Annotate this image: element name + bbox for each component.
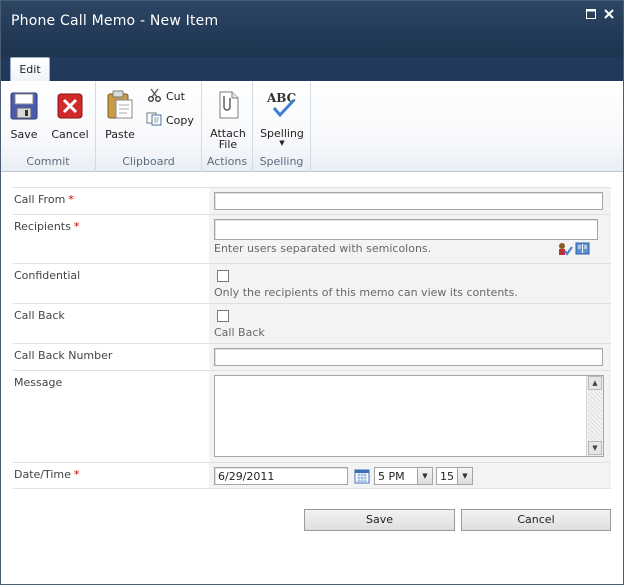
cut-label: Cut [166,90,185,103]
new-item-form: Call From * Recipients * Enter users separ… [13,187,611,489]
dialog-window: Phone Call Memo - New Item Edit Save Can… [0,0,624,585]
save-icon [7,92,41,123]
spelling-button[interactable]: ABC Spelling ▼ [257,88,307,147]
title-bar: Phone Call Memo - New Item [1,1,623,57]
call-back-number-input[interactable] [214,348,603,366]
scissors-icon [148,88,162,105]
save-ribbon-label: Save [10,128,38,141]
cancel-ribbon-label: Cancel [51,128,89,141]
message-label: Message [13,371,209,462]
row-call-from: Call From * [13,187,611,214]
ribbon-group-actions: Attach File Actions [202,81,253,172]
row-message: Message ▲ ▼ [13,370,611,462]
required-marker: * [73,468,80,481]
group-label-spelling: Spelling [259,155,304,168]
call-back-number-label: Call Back Number [13,344,209,370]
confidential-label: Confidential [13,264,209,303]
ribbon-group-commit: Save Cancel Commit [1,81,96,172]
cut-button[interactable]: Cut [148,88,185,105]
tab-edit[interactable]: Edit [10,57,50,81]
save-ribbon-button[interactable]: Save [7,92,41,141]
cancel-button[interactable]: Cancel [461,509,611,531]
call-back-label: Call Back [13,304,209,343]
cancel-ribbon-button[interactable]: Cancel [51,92,89,141]
close-icon[interactable] [603,9,615,21]
scroll-down-icon[interactable]: ▼ [588,441,602,455]
required-marker: * [68,193,74,206]
cancel-icon [51,92,89,123]
paste-label: Paste [105,128,135,141]
scroll-up-icon[interactable]: ▲ [588,376,602,390]
ribbon-group-spelling: ABC Spelling ▼ Spelling [253,81,311,172]
maximize-icon[interactable] [585,9,597,21]
copy-icon [146,112,162,129]
chevron-down-icon: ▼ [279,139,285,147]
paste-icon [102,90,138,123]
dialog-title: Phone Call Memo - New Item [11,13,219,29]
attach-file-button[interactable]: Attach File [206,90,250,150]
hour-dropdown-icon: ▼ [417,468,432,484]
copy-label: Copy [166,114,194,127]
paste-button[interactable]: Paste [102,90,138,141]
attach-file-label-line2: File [218,138,238,151]
spell-check-icon: ABC [257,88,307,123]
date-time-label: Date/Time * [13,463,209,488]
group-label-commit: Commit [26,155,70,168]
required-marker: * [73,220,80,233]
copy-button[interactable]: Copy [146,112,194,129]
save-button[interactable]: Save [304,509,455,531]
call-back-checkbox[interactable] [217,310,229,322]
recipients-label: Recipients * [13,215,209,263]
minute-select[interactable]: 15 ▼ [436,467,473,485]
row-date-time: Date/Time * 6/29/2011 5 PM ▼ 15 ▼ [13,462,611,489]
minute-value: 15 [440,470,454,483]
message-textarea[interactable]: ▲ ▼ [214,375,604,457]
hour-value: 5 PM [378,470,405,483]
confidential-checkbox[interactable] [217,270,229,282]
hour-select[interactable]: 5 PM ▼ [374,467,433,485]
confidential-hint: Only the recipients of this memo can vie… [214,286,518,299]
row-confidential: Confidential Only the recipients of this… [13,263,611,303]
minute-dropdown-icon: ▼ [457,468,472,484]
group-label-actions: Actions [206,155,248,168]
address-book-icon[interactable] [575,242,590,258]
row-call-back: Call Back Call Back [13,303,611,343]
date-input[interactable]: 6/29/2011 [214,467,348,485]
recipients-input[interactable] [214,219,598,240]
ribbon: Save Cancel Commit Paste Cut Copy Clipbo… [1,81,623,172]
check-names-icon[interactable] [557,242,573,259]
ribbon-tab-strip [1,57,623,81]
call-from-input[interactable] [214,192,603,210]
row-call-back-number: Call Back Number [13,343,611,370]
group-label-clipboard: Clipboard [122,155,175,168]
call-from-label: Call From * [13,188,209,214]
message-scrollbar[interactable]: ▲ ▼ [586,376,603,456]
recipients-hint: Enter users separated with semicolons. [214,242,432,255]
row-recipients: Recipients * Enter users separated with s… [13,214,611,263]
call-back-hint: Call Back [214,326,265,339]
ribbon-group-clipboard: Paste Cut Copy Clipboard [96,81,202,172]
attach-file-icon [206,90,250,122]
calendar-icon[interactable] [354,468,370,487]
